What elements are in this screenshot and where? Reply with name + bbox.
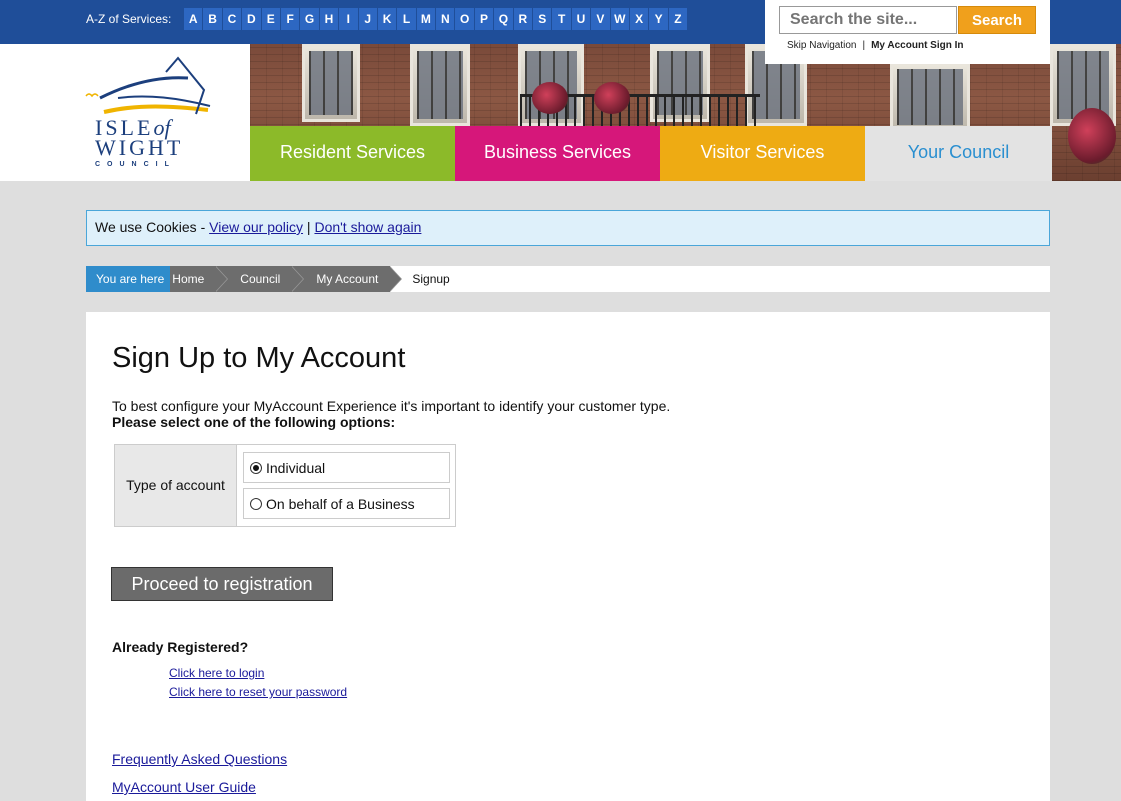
az-letter-l[interactable]: L xyxy=(397,8,417,30)
reset-password-link[interactable]: Click here to reset your password xyxy=(169,685,347,699)
flower-basket xyxy=(594,82,630,114)
flower-basket xyxy=(1068,108,1116,164)
council-logo[interactable]: ISLEof WIGHT COUNCIL xyxy=(0,44,250,181)
az-letter-e[interactable]: E xyxy=(261,8,281,30)
logo-emblem-icon xyxy=(85,56,211,115)
az-letter-j[interactable]: J xyxy=(358,8,378,30)
main-content: Sign Up to My Account To best configure … xyxy=(86,312,1050,801)
tab-business-services[interactable]: Business Services xyxy=(455,126,660,181)
option-business[interactable]: On behalf of a Business xyxy=(243,488,450,519)
az-letter-x[interactable]: X xyxy=(629,8,650,30)
az-letter-w[interactable]: W xyxy=(610,8,630,30)
az-letter-n[interactable]: N xyxy=(436,8,456,30)
main-navigation: Resident Services Business Services Visi… xyxy=(250,126,1052,181)
building-window xyxy=(302,44,360,122)
already-registered-heading: Already Registered? xyxy=(112,639,249,655)
breadcrumb-chevron-icon xyxy=(215,266,229,292)
breadcrumb: You are here Home Council My Account Sig… xyxy=(86,266,1050,292)
search-panel: Search Skip Navigation | My Account Sign I… xyxy=(765,0,1050,64)
cookie-policy-link[interactable]: View our policy xyxy=(209,219,303,235)
cookie-notice: We use Cookies - View our policy | Don't… xyxy=(86,210,1050,246)
proceed-button[interactable]: Proceed to registration xyxy=(111,567,333,601)
faq-link[interactable]: Frequently Asked Questions xyxy=(112,751,287,767)
page-title: Sign Up to My Account xyxy=(112,342,406,374)
az-letter-h[interactable]: H xyxy=(319,8,340,30)
intro-text: To best configure your MyAccount Experie… xyxy=(112,398,670,430)
search-input[interactable] xyxy=(779,6,957,34)
az-letter-r[interactable]: R xyxy=(513,8,534,30)
tab-resident-services[interactable]: Resident Services xyxy=(250,126,455,181)
instruction-text: Please select one of the following optio… xyxy=(112,414,396,430)
az-letter-list: ABCDEFGHIJKLMNOPQRSTUVWXYZ xyxy=(184,8,689,30)
utility-links: Skip Navigation | My Account Sign In xyxy=(787,40,964,51)
az-letter-g[interactable]: G xyxy=(300,8,320,30)
breadcrumb-you-are-here: You are here xyxy=(86,266,171,292)
az-letter-c[interactable]: C xyxy=(222,8,243,30)
cookie-separator: | xyxy=(303,219,315,235)
tab-visitor-services[interactable]: Visitor Services xyxy=(660,126,865,181)
az-letter-q[interactable]: Q xyxy=(494,8,514,30)
account-type-label: Type of account xyxy=(115,445,237,526)
login-link[interactable]: Click here to login xyxy=(169,666,264,680)
option-individual[interactable]: Individual xyxy=(243,452,450,483)
breadcrumb-home[interactable]: Home xyxy=(170,266,217,292)
az-letter-i[interactable]: I xyxy=(339,8,359,30)
breadcrumb-chevron-icon xyxy=(291,266,305,292)
account-sign-in-link[interactable]: My Account Sign In xyxy=(871,40,963,51)
az-letter-z[interactable]: Z xyxy=(668,8,689,30)
search-button[interactable]: Search xyxy=(958,6,1036,34)
utility-separator: | xyxy=(862,40,866,51)
tab-your-council[interactable]: Your Council xyxy=(865,126,1052,181)
az-letter-d[interactable]: D xyxy=(242,8,262,30)
option-individual-label: Individual xyxy=(266,459,326,476)
az-letter-u[interactable]: U xyxy=(571,8,592,30)
building-window xyxy=(890,62,970,132)
breadcrumb-council[interactable]: Council xyxy=(228,266,293,292)
cookie-dismiss-link[interactable]: Don't show again xyxy=(314,219,421,235)
breadcrumb-my-account[interactable]: My Account xyxy=(304,266,391,292)
az-letter-f[interactable]: F xyxy=(280,8,301,30)
az-letter-a[interactable]: A xyxy=(184,8,204,30)
logo-wordmark: ISLEof WIGHT COUNCIL xyxy=(95,117,235,169)
radio-business[interactable] xyxy=(250,497,262,510)
user-guide-link[interactable]: MyAccount User Guide xyxy=(112,779,256,795)
flower-basket xyxy=(532,82,568,114)
skip-navigation-link[interactable]: Skip Navigation xyxy=(787,40,856,51)
breadcrumb-current: Signup xyxy=(412,272,450,286)
intro-paragraph: To best configure your MyAccount Experie… xyxy=(112,398,671,414)
option-business-label: On behalf of a Business xyxy=(266,495,415,512)
az-letter-p[interactable]: P xyxy=(474,8,495,30)
logo-council: COUNCIL xyxy=(95,161,176,168)
az-letter-m[interactable]: M xyxy=(416,8,437,30)
az-letter-b[interactable]: B xyxy=(203,8,223,30)
az-label: A-Z of Services: xyxy=(86,12,172,26)
logo-wight: WIGHT xyxy=(95,135,184,160)
az-letter-y[interactable]: Y xyxy=(649,8,669,30)
radio-individual[interactable] xyxy=(250,461,262,474)
account-type-table: Type of account Individual On behalf of … xyxy=(114,444,456,527)
breadcrumb-chevron-icon xyxy=(389,266,403,292)
az-letter-s[interactable]: S xyxy=(533,8,553,30)
az-letter-t[interactable]: T xyxy=(552,8,572,30)
az-letter-o[interactable]: O xyxy=(455,8,475,30)
cookie-text: We use Cookies - xyxy=(95,219,210,235)
az-letter-k[interactable]: K xyxy=(377,8,398,30)
building-window xyxy=(410,44,470,126)
az-letter-v[interactable]: V xyxy=(591,8,611,30)
